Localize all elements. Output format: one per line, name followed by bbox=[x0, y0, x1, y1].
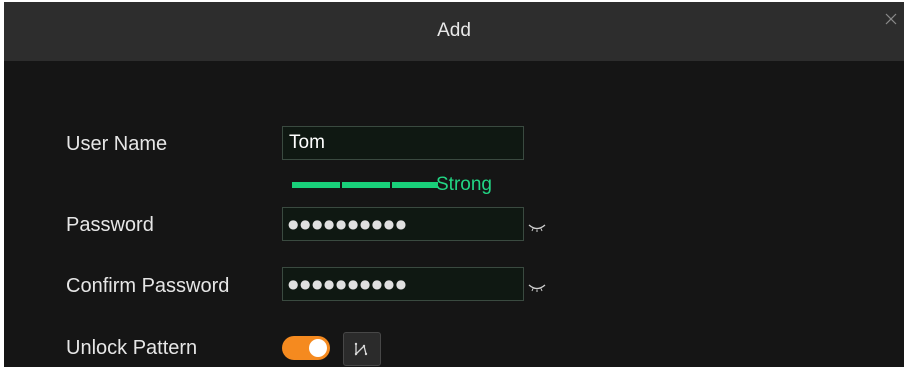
strength-segment bbox=[392, 182, 438, 188]
user-name-label: User Name bbox=[66, 133, 168, 155]
close-icon[interactable] bbox=[884, 12, 898, 26]
user-name-input[interactable] bbox=[282, 126, 524, 160]
eye-closed-icon[interactable] bbox=[528, 283, 546, 293]
confirm-password-input[interactable] bbox=[282, 267, 524, 301]
strength-label: Strong bbox=[436, 174, 492, 195]
add-user-dialog: Add User Name Strong Password ●●●●●●●●●●… bbox=[4, 2, 904, 367]
unlock-pattern-icon bbox=[354, 342, 368, 356]
unlock-pattern-button[interactable] bbox=[343, 332, 381, 366]
strength-segment bbox=[342, 182, 390, 188]
dialog-title: Add bbox=[437, 20, 471, 41]
dialog-titlebar: Add bbox=[4, 2, 904, 61]
password-input[interactable] bbox=[282, 207, 524, 241]
unlock-pattern-label: Unlock Pattern bbox=[66, 337, 198, 359]
strength-segment bbox=[292, 182, 340, 188]
eye-closed-icon[interactable] bbox=[528, 223, 546, 233]
unlock-pattern-toggle[interactable] bbox=[282, 336, 330, 360]
toggle-knob bbox=[309, 339, 327, 357]
password-label: Password bbox=[66, 214, 154, 236]
confirm-password-label: Confirm Password bbox=[66, 275, 230, 297]
